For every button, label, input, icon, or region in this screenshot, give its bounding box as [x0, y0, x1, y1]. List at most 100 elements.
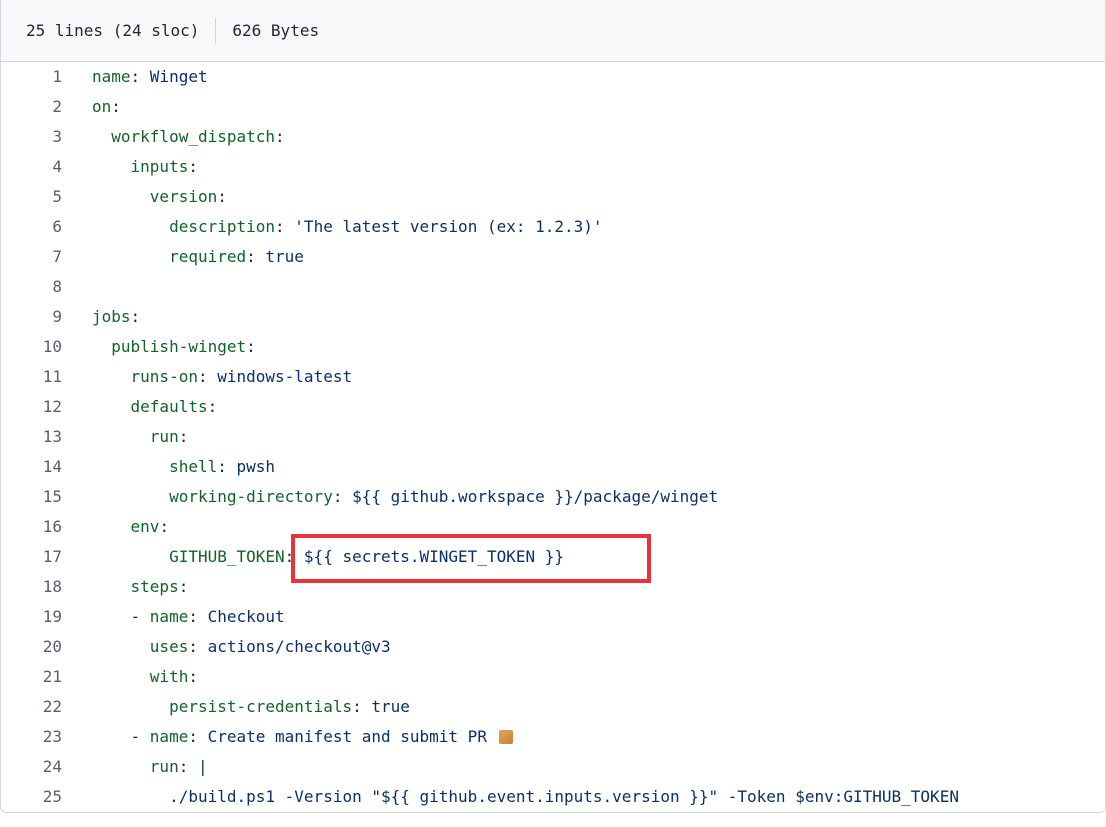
line-number[interactable]: 9: [1, 302, 62, 332]
yaml-key: version: [149, 187, 218, 206]
code-text: publish-winget:: [111, 337, 256, 356]
code-text: jobs:: [92, 307, 141, 326]
line-number[interactable]: 22: [1, 692, 62, 722]
yaml-key: working-directory: [169, 487, 333, 506]
line-number[interactable]: 17: [1, 542, 62, 572]
code-text: name: Winget: [92, 67, 208, 86]
yaml-key: persist-credentials: [169, 697, 353, 716]
file-viewer: 25 lines (24 sloc) 626 Bytes 1 name: Wing…: [0, 0, 1106, 813]
yaml-value: |: [197, 757, 208, 776]
line-number[interactable]: 6: [1, 212, 62, 242]
line-number[interactable]: 3: [1, 122, 62, 152]
code-text: defaults:: [130, 397, 218, 416]
code-line: 10 publish-winget:: [1, 332, 1105, 362]
yaml-value: Create manifest and submit PR: [207, 727, 487, 746]
line-number[interactable]: 11: [1, 362, 62, 392]
code-text: steps:: [130, 577, 189, 596]
file-info-bar: 25 lines (24 sloc) 626 Bytes: [1, 0, 1105, 62]
code-text: with:: [149, 667, 198, 686]
line-number[interactable]: 10: [1, 332, 62, 362]
yaml-value: ./build.ps1 -Version "${{ github.event.i…: [169, 787, 959, 806]
code-line: 4 inputs:: [1, 152, 1105, 182]
line-number[interactable]: 21: [1, 662, 62, 692]
yaml-key: with: [149, 667, 189, 686]
code-text: ./build.ps1 -Version "${{ github.event.i…: [92, 782, 959, 812]
yaml-key: runs-on: [130, 367, 198, 386]
line-number[interactable]: 18: [1, 572, 62, 602]
code-text: on:: [92, 97, 121, 116]
yaml-key: name: [149, 727, 189, 746]
yaml-value: Winget: [149, 67, 208, 86]
code-line: 12 defaults:: [1, 392, 1105, 422]
yaml-key: on: [92, 97, 112, 116]
code-line: 9 jobs:: [1, 302, 1105, 332]
code-text: GITHUB_TOKEN: ${{ secrets.WINGET_TOKEN }…: [169, 547, 565, 566]
yaml-key: description: [169, 217, 276, 236]
code-line: 7 required: true: [1, 242, 1105, 272]
yaml-value: ${{ github.workspace }}/package/winget: [352, 487, 719, 506]
line-number[interactable]: 13: [1, 422, 62, 452]
line-number[interactable]: 19: [1, 602, 62, 632]
yaml-value: true: [371, 697, 410, 716]
line-number[interactable]: 24: [1, 752, 62, 782]
yaml-key: required: [169, 247, 247, 266]
code-line: 18 steps:: [1, 572, 1105, 602]
code-text: version:: [149, 187, 227, 206]
code-line: 22 persist-credentials: true: [1, 692, 1105, 722]
code-text: persist-credentials: true: [169, 697, 410, 716]
yaml-key: jobs: [92, 307, 131, 326]
yaml-key: GITHUB_TOKEN: [169, 547, 285, 566]
code-line: 6 description: 'The latest version (ex: …: [1, 212, 1105, 242]
line-number[interactable]: 12: [1, 392, 62, 422]
code-line: 2 on:: [1, 92, 1105, 122]
line-number[interactable]: 23: [1, 722, 62, 752]
code-text: - name: Checkout: [92, 607, 285, 626]
code-line: 20 uses: actions/checkout@v3: [1, 632, 1105, 662]
line-number[interactable]: 14: [1, 452, 62, 482]
line-number[interactable]: 2: [1, 92, 62, 122]
yaml-key: name: [92, 67, 131, 86]
line-number[interactable]: 15: [1, 482, 62, 512]
code-line: 14 shell: pwsh: [1, 452, 1105, 482]
code-text: shell: pwsh: [169, 457, 276, 476]
package-emoji-icon: [498, 730, 513, 744]
code-line: 23 - name: Create manifest and submit PR: [1, 722, 1105, 752]
yaml-key: inputs: [130, 157, 189, 176]
yaml-key: defaults: [130, 397, 208, 416]
line-number[interactable]: 4: [1, 152, 62, 182]
code-line: 15 working-directory: ${{ github.workspa…: [1, 482, 1105, 512]
yaml-key: name: [149, 607, 189, 626]
yaml-key: steps: [130, 577, 179, 596]
line-number[interactable]: 16: [1, 512, 62, 542]
yaml-key: publish-winget: [111, 337, 247, 356]
code-line: 16 env:: [1, 512, 1105, 542]
yaml-key: workflow_dispatch: [111, 127, 276, 146]
line-number[interactable]: 5: [1, 182, 62, 212]
code-text: env:: [130, 517, 170, 536]
code-text: run:: [149, 427, 189, 446]
code-line: 17 GITHUB_TOKEN: ${{ secrets.WINGET_TOKE…: [1, 542, 1105, 572]
yaml-key: run: [149, 427, 179, 446]
code-text: runs-on: windows-latest: [130, 367, 353, 386]
line-number[interactable]: 8: [1, 272, 62, 302]
line-number[interactable]: 1: [1, 62, 62, 92]
code-line: 11 runs-on: windows-latest: [1, 362, 1105, 392]
yaml-key: uses: [149, 637, 189, 656]
line-number[interactable]: 7: [1, 242, 62, 272]
yaml-key: env: [130, 517, 160, 536]
yaml-key: shell: [169, 457, 218, 476]
line-number[interactable]: 20: [1, 632, 62, 662]
yaml-key: run: [149, 757, 179, 776]
header-divider: [215, 17, 217, 44]
code-line: 5 version:: [1, 182, 1105, 212]
code-line: 24 run: |: [1, 752, 1105, 782]
code-line: 1 name: Winget: [1, 62, 1105, 92]
code-text: inputs:: [130, 157, 198, 176]
yaml-value: ${{ secrets.WINGET_TOKEN }}: [303, 547, 565, 566]
code-line: 19 - name: Checkout: [1, 602, 1105, 632]
code-text: required: true: [169, 247, 304, 266]
line-number[interactable]: 25: [1, 782, 62, 812]
line-count: 25 lines (24 sloc): [26, 21, 200, 40]
code-text: - name: Create manifest and submit PR: [92, 722, 513, 752]
code-text: description: 'The latest version (ex: 1.…: [169, 217, 603, 236]
